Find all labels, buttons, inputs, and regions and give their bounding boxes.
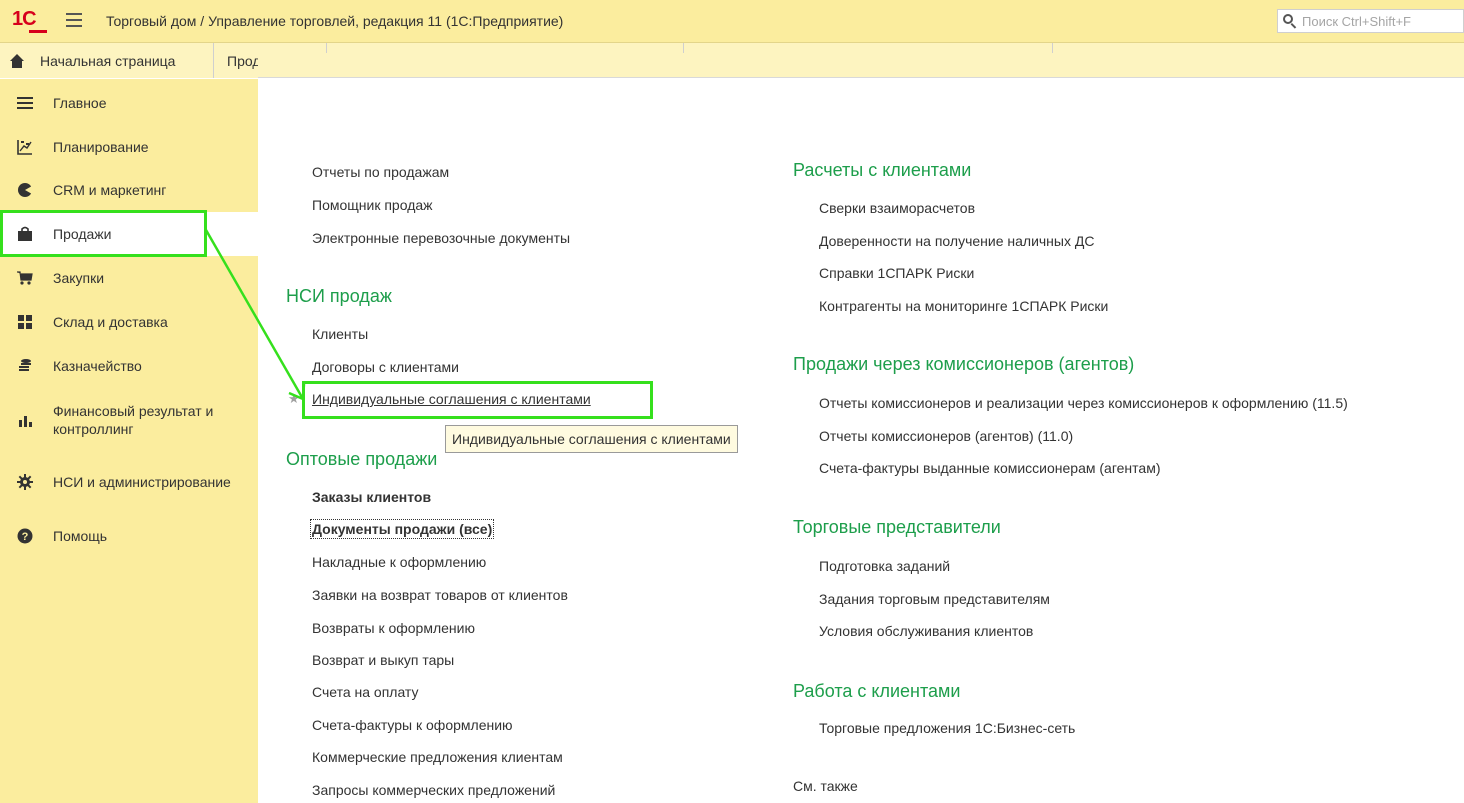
tab-sales[interactable]: Прод xyxy=(214,43,258,78)
link-commission-tax-invoices[interactable]: Счета-фактуры выданные комиссионерам (аг… xyxy=(819,460,1160,476)
link-service-conditions[interactable]: Условия обслуживания клиентов xyxy=(819,623,1033,639)
link-powers-of-attorney[interactable]: Доверенности на получение наличных ДС xyxy=(819,233,1094,249)
sidebar-item-label: Помощь xyxy=(53,528,108,544)
open-tabs-bar: Начальная страница Прод xyxy=(0,43,1464,78)
sidebar-item-financial[interactable]: Финансовый результат и контроллинг xyxy=(0,399,258,441)
sidebar-item-label: Финансовый результат и контроллинг xyxy=(53,403,214,437)
link-task-preparation[interactable]: Подготовка заданий xyxy=(819,558,950,574)
sidebar-item-label: Планирование xyxy=(53,139,149,155)
search-icon xyxy=(1282,13,1298,29)
link-clients[interactable]: Клиенты xyxy=(312,326,368,342)
tooltip: Индивидуальные соглашения с клиентами xyxy=(445,425,738,453)
sections-panel: Главное Планирование CRM и маркетинг Про… xyxy=(0,79,258,803)
sidebar-item-crm[interactable]: CRM и маркетинг xyxy=(0,179,258,201)
sidebar-item-label: НСИ и администрирование xyxy=(53,474,231,490)
link-client-orders[interactable]: Заказы клиентов xyxy=(312,489,431,505)
1c-logo[interactable]: 1С xyxy=(12,8,47,33)
global-search[interactable] xyxy=(1277,9,1464,33)
link-invoices-to-process[interactable]: Накладные к оформлению xyxy=(312,554,486,570)
sidebar-item-warehouse[interactable]: Склад и доставка xyxy=(0,311,258,333)
sidebar-item-purchases[interactable]: Закупки xyxy=(0,267,258,289)
bar-chart-icon xyxy=(16,411,34,429)
tab-separator xyxy=(326,43,327,53)
cart-icon xyxy=(16,269,34,287)
section-title-wholesale: Оптовые продажи xyxy=(286,449,438,469)
tab-home-label: Начальная страница xyxy=(40,52,176,69)
section-title-settlements: Расчеты с клиентами xyxy=(793,160,972,180)
sidebar-item-admin[interactable]: НСИ и администрирование xyxy=(0,461,258,503)
link-container-return[interactable]: Возврат и выкуп тары xyxy=(312,652,454,668)
link-commercial-offers[interactable]: Коммерческие предложения клиентам xyxy=(312,749,563,765)
link-returns-to-process[interactable]: Возвраты к оформлению xyxy=(312,620,475,636)
tab-separator xyxy=(683,43,684,53)
section-title-work: Работа с клиентами xyxy=(793,681,961,701)
link-electronic-transport-docs[interactable]: Электронные перевозочные документы xyxy=(312,230,570,246)
title-bar: 1С Торговый дом / Управление торговлей, … xyxy=(0,0,1464,43)
home-icon xyxy=(10,53,24,68)
link-rep-tasks[interactable]: Задания торговым представителям xyxy=(819,591,1050,607)
link-payment-invoices[interactable]: Счета на оплату xyxy=(312,684,419,700)
sidebar-item-label: Закупки xyxy=(53,270,105,286)
search-input[interactable] xyxy=(1302,13,1462,29)
sidebar-item-label: CRM и маркетинг xyxy=(53,182,167,198)
section-title-reps: Торговые представители xyxy=(793,517,1001,537)
help-icon: ? xyxy=(16,527,34,545)
sidebar-item-label: Казначейство xyxy=(53,358,142,374)
sidebar-item-label: Склад и доставка xyxy=(53,314,168,330)
main-menu-icon[interactable] xyxy=(66,13,82,27)
link-sales-reports[interactable]: Отчеты по продажам xyxy=(312,164,449,180)
annotation-box-sales xyxy=(0,210,207,257)
window-title: Торговый дом / Управление торговлей, ред… xyxy=(106,13,564,29)
link-spark-reports[interactable]: Справки 1СПАРК Риски xyxy=(819,265,974,281)
tab-separator xyxy=(1052,43,1053,53)
link-tax-invoices[interactable]: Счета-фактуры к оформлению xyxy=(312,717,513,733)
link-client-contracts[interactable]: Договоры с клиентами xyxy=(312,359,459,375)
list-icon xyxy=(16,94,34,112)
gear-icon xyxy=(16,473,34,491)
crm-icon xyxy=(16,181,34,199)
link-return-requests[interactable]: Заявки на возврат товаров от клиентов xyxy=(312,587,568,603)
section-title-nsi: НСИ продаж xyxy=(286,286,392,306)
tab-sales-label: Прод xyxy=(227,52,258,69)
link-reconciliations[interactable]: Сверки взаиморасчетов xyxy=(819,200,975,216)
sidebar-item-planning[interactable]: Планирование xyxy=(0,136,258,158)
link-commission-reports-110[interactable]: Отчеты комиссионеров (агентов) (11.0) xyxy=(819,428,1073,444)
link-offer-requests[interactable]: Запросы коммерческих предложений xyxy=(312,782,555,798)
sidebar-item-help[interactable]: ? Помощь xyxy=(0,525,258,547)
annotation-box-agreements xyxy=(302,381,653,419)
warehouse-icon xyxy=(16,313,34,331)
link-spark-monitoring[interactable]: Контрагенты на мониторинге 1СПАРК Риски xyxy=(819,298,1108,314)
svg-text:?: ? xyxy=(22,531,29,543)
chart-planning-icon xyxy=(16,138,34,156)
link-sales-assistant[interactable]: Помощник продаж xyxy=(312,197,433,213)
link-commission-reports-115[interactable]: Отчеты комиссионеров и реализации через … xyxy=(819,395,1348,411)
tab-home[interactable]: Начальная страница xyxy=(0,43,214,78)
see-also-label[interactable]: См. также xyxy=(793,778,858,794)
coins-icon xyxy=(16,357,34,375)
link-business-network-offers[interactable]: Торговые предложения 1С:Бизнес-сеть xyxy=(819,720,1075,736)
section-title-commission: Продажи через комиссионеров (агентов) xyxy=(793,354,1135,374)
link-sales-documents[interactable]: Документы продажи (все) xyxy=(309,519,495,539)
sidebar-item-main[interactable]: Главное xyxy=(0,92,258,114)
sidebar-item-label: Главное xyxy=(53,95,107,111)
favorite-star-icon[interactable]: ★ xyxy=(288,391,300,407)
sidebar-item-treasury[interactable]: Казначейство xyxy=(0,355,258,377)
